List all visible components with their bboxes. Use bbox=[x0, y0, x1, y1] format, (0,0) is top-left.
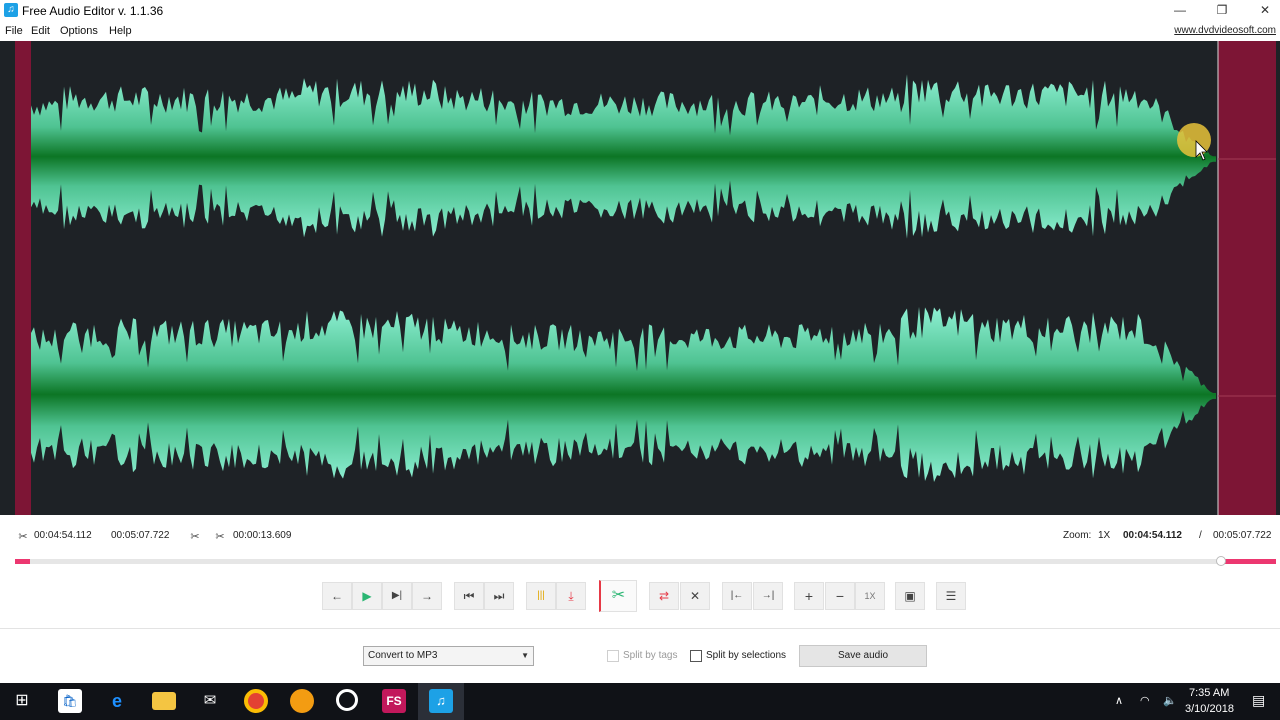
progress-thumb[interactable] bbox=[1216, 556, 1226, 566]
selection-end-time: 00:05:07.722 bbox=[111, 530, 170, 541]
zoom-out-button[interactable]: − bbox=[825, 582, 855, 610]
network-icon[interactable]: ◠ bbox=[1140, 694, 1150, 720]
split-by-selections-label: Split by selections bbox=[706, 650, 787, 661]
progress-end-segment bbox=[1221, 559, 1276, 564]
audio-editor-taskbar-icon[interactable]: ♫ bbox=[429, 689, 453, 713]
app-icon: ♫ bbox=[4, 3, 18, 17]
total-duration-time: 00:05:07.722 bbox=[1213, 530, 1272, 541]
restore-button[interactable]: ❐ bbox=[1200, 0, 1244, 22]
menu-options[interactable]: Options bbox=[60, 25, 98, 37]
window-title: Free Audio Editor v. 1.1.36 bbox=[22, 4, 164, 18]
chevron-up-icon[interactable]: ∧ bbox=[1115, 694, 1123, 720]
menu-help[interactable]: Help bbox=[109, 25, 132, 37]
insert-marker-button[interactable]: ⤓ bbox=[556, 582, 586, 610]
time-info-row: ✂ 00:04:54.112 00:05:07.722 ✂ ✂ 00:00:13… bbox=[0, 526, 1280, 546]
progress-start-segment bbox=[15, 559, 30, 564]
image-button[interactable]: ▣ bbox=[895, 582, 925, 610]
website-link[interactable]: www.dvdvideosoft.com bbox=[1174, 25, 1276, 36]
selection-length-icon: ✂ bbox=[215, 531, 225, 543]
select-to-start-button[interactable]: |← bbox=[722, 582, 752, 610]
waveform-channels bbox=[31, 74, 1276, 482]
split-button[interactable]: ||| bbox=[526, 582, 556, 610]
jump-forward-button[interactable]: → bbox=[412, 582, 442, 610]
edge-icon[interactable]: e bbox=[105, 689, 129, 713]
waveform-canvas[interactable] bbox=[0, 41, 1280, 515]
split-by-selections-checkbox[interactable] bbox=[690, 650, 702, 662]
media-player-icon[interactable] bbox=[336, 689, 358, 711]
notifications-icon[interactable]: ▤ bbox=[1252, 692, 1265, 720]
menu-edit[interactable]: Edit bbox=[31, 25, 50, 37]
app-orange-icon[interactable] bbox=[290, 689, 314, 713]
left-unselected-region bbox=[15, 41, 31, 515]
split-by-tags-checkbox[interactable] bbox=[607, 650, 619, 662]
editing-toolbar: ← ▶ ▶| → ⏮ ⏭ ||| ⤓ ✂ ⇄ ✕ |← →| + − 1X ▣ … bbox=[0, 580, 1280, 612]
taskbar: ⊞ 🛍 e ✉ FS ♫ ∧ ◠ 🔈 7:35 AM 3/10/2018 ▤ bbox=[0, 683, 1280, 720]
title-bar: ♫ Free Audio Editor v. 1.1.36 — ❐ ✕ bbox=[0, 0, 1280, 22]
menu-file[interactable]: File bbox=[5, 25, 23, 37]
waveform-channel-2 bbox=[31, 306, 1216, 482]
mail-icon[interactable]: ✉ bbox=[198, 689, 222, 713]
selection-length-time: 00:00:13.609 bbox=[233, 530, 292, 541]
next-button[interactable]: ⏭ bbox=[484, 582, 514, 610]
playback-progress-bar[interactable] bbox=[15, 556, 1276, 566]
windows-start-icon[interactable]: ⊞ bbox=[10, 689, 34, 713]
zoom-in-button[interactable]: + bbox=[794, 582, 824, 610]
waveform-view[interactable] bbox=[0, 41, 1280, 515]
select-to-end-button[interactable]: →| bbox=[753, 582, 783, 610]
settings-button[interactable]: ☰ bbox=[936, 582, 966, 610]
zoom-value: 1X bbox=[1098, 530, 1111, 541]
fade-button[interactable]: ⇄ bbox=[649, 582, 679, 610]
output-format-value: Convert to MP3 bbox=[368, 650, 438, 661]
split-by-tags-label: Split by tags bbox=[623, 650, 678, 661]
clock-time[interactable]: 7:35 AM bbox=[1189, 687, 1229, 699]
divider bbox=[0, 628, 1280, 629]
file-explorer-icon[interactable] bbox=[152, 692, 176, 710]
selection-end-icon: ✂ bbox=[190, 531, 200, 543]
volume-icon[interactable]: 🔈 bbox=[1163, 694, 1177, 720]
right-unselected-region bbox=[1218, 41, 1276, 515]
play-selection-button[interactable]: ▶| bbox=[382, 582, 412, 610]
selection-start-time: 00:04:54.112 bbox=[34, 530, 92, 541]
time-separator: / bbox=[1199, 530, 1202, 541]
fs-app-icon[interactable]: FS bbox=[382, 689, 406, 713]
store-icon[interactable]: 🛍 bbox=[58, 689, 82, 713]
current-position-time: 00:04:54.112 bbox=[1123, 530, 1182, 541]
waveform-channel-1 bbox=[31, 74, 1216, 239]
save-audio-button[interactable]: Save audio bbox=[799, 645, 927, 667]
menu-bar: File Edit Options Help www.dvdvideosoft.… bbox=[0, 22, 1280, 41]
play-button[interactable]: ▶ bbox=[352, 582, 382, 610]
selection-start-icon: ✂ bbox=[18, 531, 28, 543]
zoom-label: Zoom: bbox=[1063, 530, 1092, 541]
jump-back-button[interactable]: ← bbox=[322, 582, 352, 610]
minimize-button[interactable]: — bbox=[1158, 0, 1202, 22]
cut-button[interactable]: ✂ bbox=[599, 580, 637, 612]
close-button[interactable]: ✕ bbox=[1243, 0, 1280, 22]
chevron-down-icon: ▼ bbox=[521, 651, 529, 660]
clock-date[interactable]: 3/10/2018 bbox=[1185, 703, 1234, 715]
zoom-reset-button[interactable]: 1X bbox=[855, 582, 885, 610]
delete-selection-button[interactable]: ✕ bbox=[680, 582, 710, 610]
chrome-icon[interactable] bbox=[244, 689, 268, 713]
previous-button[interactable]: ⏮ bbox=[454, 582, 484, 610]
output-format-select[interactable]: Convert to MP3 ▼ bbox=[363, 646, 534, 666]
